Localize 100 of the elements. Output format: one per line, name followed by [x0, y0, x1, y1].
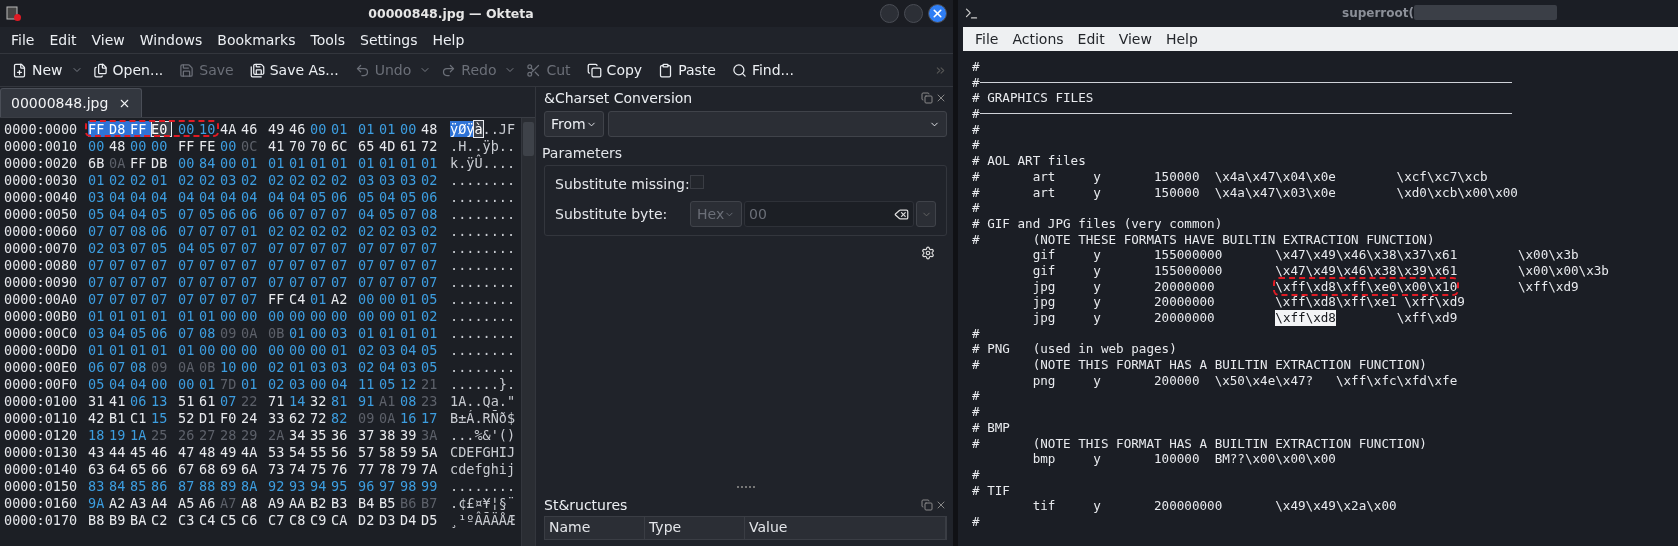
clear-icon[interactable] — [894, 206, 909, 222]
hex-byte: 43 — [88, 443, 106, 460]
hex-byte: 01 — [400, 290, 418, 307]
terminal-line: # — [972, 513, 980, 530]
menu-item[interactable]: Edit — [1071, 31, 1111, 47]
hex-byte: FF — [268, 290, 286, 307]
hex-byte: 07 — [109, 222, 127, 239]
hex-byte: 02 — [331, 222, 349, 239]
column-header[interactable]: Type — [645, 517, 745, 539]
hex-byte: 17 — [421, 409, 439, 426]
hex-byte: 07 — [421, 256, 439, 273]
terminal-line: gif y 155000000 \x47\x49\x46\x38\x39\x61 \x00\x00\x3b — [1031, 262, 1609, 279]
hex-byte: 02 — [268, 171, 286, 188]
terminal-line: # (NOTE THIS FORMAT HAS A BUILTIN EXTRACTION FUNCTION) — [972, 435, 1427, 452]
menu-item[interactable]: Help — [1159, 31, 1204, 47]
char-column-text: ........ — [450, 307, 517, 324]
hex-byte: 05 — [130, 324, 148, 341]
char-column-text: ÿØÿà..JF — [450, 120, 517, 137]
hex-byte: 46 — [289, 120, 307, 137]
float-icon[interactable] — [921, 92, 933, 104]
charset-dropdown[interactable] — [608, 111, 947, 137]
splitter-handle[interactable] — [736, 486, 755, 488]
column-header[interactable]: Name — [545, 517, 645, 539]
close-icon — [931, 7, 944, 20]
hex-byte: 01 — [241, 375, 259, 392]
hex-byte: 02 — [310, 222, 328, 239]
hex-byte: 07 — [220, 273, 238, 290]
hex-byte: C5 — [220, 511, 238, 528]
hex-byte: 00 — [310, 324, 328, 341]
char-column-text: CDEFGHIJ — [450, 443, 517, 460]
toolbar-button[interactable]: Save As... — [243, 59, 345, 81]
menu-item[interactable]: Edit — [42, 30, 84, 50]
menu-item[interactable]: File — [969, 31, 1005, 47]
float-icon[interactable] — [921, 499, 933, 511]
hex-byte: A7 — [220, 494, 238, 511]
hex-byte: 63 — [88, 460, 106, 477]
hex-byte: 41 — [109, 392, 127, 409]
scrollbar[interactable] — [521, 118, 535, 546]
offset-label: 0000:00C0 — [4, 324, 79, 341]
menu-item[interactable]: Help — [425, 30, 472, 50]
terminal-icon — [964, 6, 979, 21]
menu-item[interactable]: Actions — [1006, 31, 1070, 47]
menu-item[interactable]: Bookmarks — [210, 30, 303, 50]
toolbar-button[interactable]: Find... — [725, 59, 800, 81]
toolbar-button[interactable]: Paste — [652, 59, 722, 81]
hex-byte: 05 — [379, 375, 397, 392]
menu-item[interactable]: Settings — [353, 30, 425, 50]
hex-byte: B3 — [331, 494, 349, 511]
hex-byte: 35 — [310, 426, 328, 443]
hex-byte: 09 — [220, 324, 238, 341]
hex-byte: 03 — [400, 171, 418, 188]
hex-byte: 96 — [358, 477, 376, 494]
maximize-button[interactable] — [904, 4, 923, 23]
hex-byte: 02 — [268, 358, 286, 375]
hex-byte: 82 — [331, 409, 349, 426]
settings-icon[interactable] — [921, 246, 935, 260]
hex-byte: B9 — [109, 511, 127, 528]
column-header[interactable]: Value — [745, 517, 946, 539]
hex-byte: A6 — [199, 494, 217, 511]
dropdown-button[interactable] — [916, 201, 936, 227]
terminal-text: \xff\xd9 — [1516, 278, 1579, 295]
hex-byte: 52 — [178, 409, 196, 426]
hex-byte: 05 — [421, 290, 439, 307]
hex-byte: 04 — [331, 375, 349, 392]
menu-item[interactable]: View — [1112, 31, 1158, 47]
hex-byte: 03 — [400, 222, 418, 239]
hex-byte: 07 — [310, 205, 328, 222]
hex-byte: 05 — [199, 239, 217, 256]
hex-byte: B6 — [400, 494, 418, 511]
hex-byte: 0B — [199, 358, 217, 375]
hex-byte: 4D — [379, 137, 397, 154]
toolbar-button[interactable]: New — [6, 59, 69, 81]
toolbar-button[interactable]: Copy — [580, 59, 649, 81]
close-icon[interactable] — [935, 92, 947, 104]
hex-byte: 86 — [151, 477, 169, 494]
window-title: 00000848.jpg — Okteta — [368, 6, 534, 21]
hex-byte: 08 — [130, 358, 148, 375]
checkbox[interactable] — [690, 175, 704, 189]
hex-byte: 21 — [421, 375, 439, 392]
menu-item[interactable]: File — [4, 30, 42, 50]
menu-item[interactable]: Windows — [132, 30, 210, 50]
hex-byte: 07 — [331, 205, 349, 222]
hex-byte: 94 — [310, 477, 328, 494]
hex-byte: 7D — [220, 375, 238, 392]
file-tab[interactable]: 00000848.jpg — [0, 88, 143, 117]
hex-byte: 00 — [310, 375, 328, 392]
menu-item[interactable]: Tools — [303, 30, 352, 50]
hex-byte: 12 — [400, 375, 418, 392]
direction-dropdown[interactable]: From — [544, 111, 604, 137]
close-button[interactable] — [928, 4, 947, 23]
menu-item[interactable]: View — [84, 30, 132, 50]
toolbar-button[interactable]: Open... — [86, 59, 170, 81]
terminal-line: # — [972, 325, 980, 342]
hex-byte: 09 — [358, 409, 376, 426]
hex-byte: 04 — [109, 324, 127, 341]
hex-byte: 0A — [178, 358, 196, 375]
minimize-button[interactable] — [880, 4, 899, 23]
hex-byte: 0A — [241, 324, 259, 341]
hex-byte: 65 — [358, 137, 376, 154]
close-icon[interactable] — [935, 499, 947, 511]
